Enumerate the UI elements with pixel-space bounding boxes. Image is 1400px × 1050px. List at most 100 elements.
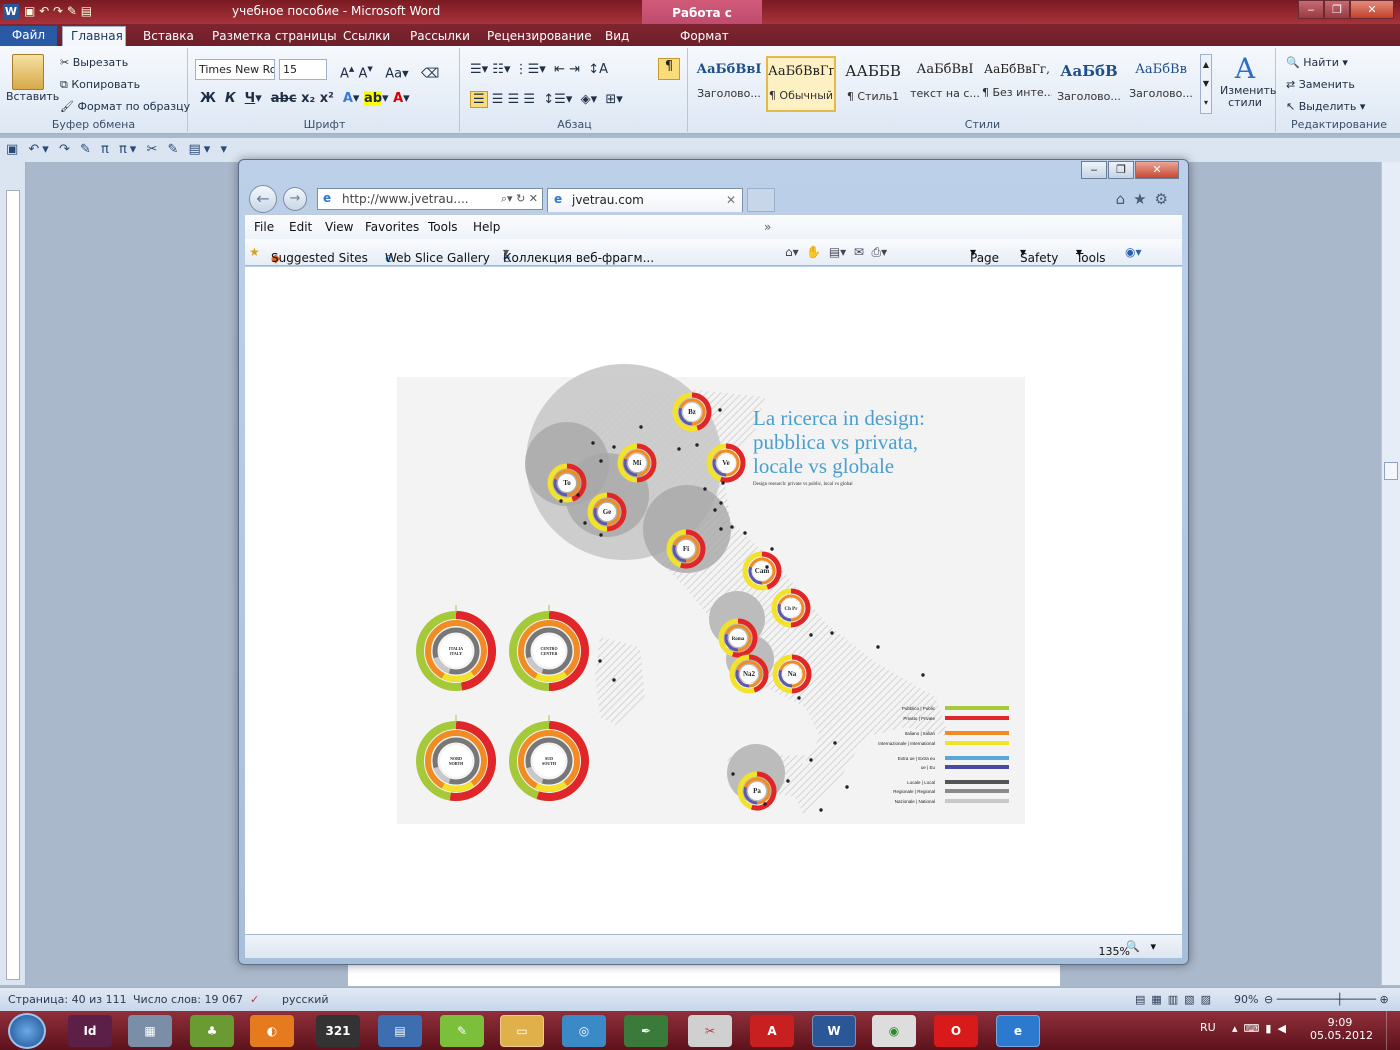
- vertical-scrollbar[interactable]: [1381, 162, 1400, 985]
- command-bar-icons[interactable]: ⌂▾ ✋ ▤▾ ✉ ⎙▾: [785, 245, 887, 260]
- style-heading[interactable]: АаБбВвІ Заголово...: [694, 56, 764, 112]
- align-buttons[interactable]: ☰ ☰ ☰ ☰ ↕☰▾ ◈▾ ⊞▾: [470, 91, 623, 108]
- tab-page-layout[interactable]: Разметка страницы: [204, 27, 345, 46]
- maximize-button[interactable]: ❐: [1324, 0, 1350, 19]
- list-buttons[interactable]: ☰▾ ☷▾ ⋮☰▾ ⇤ ⇥ ↕A: [470, 62, 616, 77]
- cut-button[interactable]: ✂ Вырезать: [60, 56, 128, 69]
- style-1[interactable]: ААББВ ¶ Стиль1: [838, 56, 908, 112]
- style-text[interactable]: АаБбВвІ текст на с...: [910, 56, 980, 112]
- format-painter-button[interactable]: 🖌 Формат по образцу: [60, 100, 190, 113]
- menu-edit[interactable]: Edit: [289, 220, 312, 234]
- home-icon[interactable]: ⌂: [1116, 190, 1134, 208]
- qat-icons[interactable]: ▣ ↶▾ ↷ ✎ π π▾ ✂ ✎ ▤▾ ▾: [6, 142, 230, 157]
- pilcrow-button[interactable]: ¶: [658, 58, 680, 80]
- tray-icons[interactable]: ▴⌨▮◀: [1232, 1022, 1292, 1035]
- favorites-star-icon[interactable]: ★: [249, 245, 260, 259]
- menu-help[interactable]: Help: [473, 220, 500, 234]
- ie-window[interactable]: ‒ ❐ ✕ ← → e http://www.jvetrau.... ⌕▾ ↻ …: [238, 159, 1189, 965]
- opera-icon[interactable]: O: [934, 1015, 978, 1047]
- show-desktop-button[interactable]: [1386, 1011, 1400, 1050]
- tab-close-icon[interactable]: ✕: [726, 193, 736, 207]
- menu-view[interactable]: View: [325, 220, 353, 234]
- chrome-icon[interactable]: ◉: [872, 1015, 916, 1047]
- tab-references[interactable]: Ссылки: [335, 27, 398, 46]
- change-styles-button[interactable]: A Изменить стили: [1220, 52, 1276, 109]
- ie-close-button[interactable]: ✕: [1135, 161, 1179, 179]
- page-menu[interactable]: Page ▾: [970, 245, 999, 265]
- back-button[interactable]: ←: [249, 185, 277, 213]
- fav-web-slice-collection[interactable]: e Коллекция веб-фрагм... ▾: [503, 245, 654, 265]
- style-no-spacing[interactable]: АаБбВвГг, ¶ Без инте...: [982, 56, 1052, 112]
- zoom-control[interactable]: 🔍 135% ▾: [1099, 940, 1156, 958]
- page-count[interactable]: Страница: 40 из 111: [8, 993, 127, 1006]
- tab-view[interactable]: Вид: [597, 27, 637, 46]
- app-green-icon[interactable]: ✎: [440, 1015, 484, 1047]
- view-buttons[interactable]: ▤▦▥▧▨: [1135, 993, 1217, 1006]
- ie-taskbar-icon[interactable]: e: [996, 1015, 1040, 1047]
- style-heading-2[interactable]: АаБбВ Заголово...: [1054, 56, 1124, 112]
- safari-icon[interactable]: ◎: [562, 1015, 606, 1047]
- document-page[interactable]: [348, 964, 1060, 986]
- style-normal[interactable]: АаБбВвГг, ¶ Обычный: [766, 56, 836, 112]
- start-button[interactable]: [8, 1013, 46, 1049]
- font-name-input[interactable]: Times New Ro: [195, 59, 275, 80]
- safety-menu[interactable]: Safety ▾: [1020, 245, 1058, 265]
- spellcheck-icon[interactable]: ✓: [250, 993, 259, 1006]
- menu-tools[interactable]: Tools: [428, 220, 458, 234]
- font-grow-shrink-icons[interactable]: A▴ A▾ Aa▾ ⌫: [340, 62, 439, 81]
- explorer-icon[interactable]: ▭: [500, 1015, 544, 1047]
- styles-scroll[interactable]: ▲ ▼ ▾: [1200, 54, 1212, 114]
- chevron-more-icon[interactable]: »: [764, 220, 771, 234]
- tools-menu[interactable]: Tools ▾: [1076, 245, 1106, 265]
- app-orange-icon[interactable]: ◐: [250, 1015, 294, 1047]
- word-app-icon[interactable]: W: [3, 4, 19, 20]
- snipping-icon[interactable]: ✂: [688, 1015, 732, 1047]
- help-icon[interactable]: ◉▾: [1125, 245, 1142, 259]
- quill-icon[interactable]: ✒: [624, 1015, 668, 1047]
- tab-review[interactable]: Рецензирование: [479, 27, 600, 46]
- city-marker-ge: Ge: [587, 492, 627, 532]
- tab-format[interactable]: Формат: [672, 27, 737, 46]
- font-size-input[interactable]: 15: [279, 59, 327, 80]
- forward-button[interactable]: →: [283, 187, 307, 211]
- find-button[interactable]: 🔍 Найти ▾: [1286, 56, 1348, 69]
- settings-gear-icon[interactable]: ⚙: [1155, 190, 1176, 208]
- ie-maximize-button[interactable]: ❐: [1108, 161, 1134, 179]
- media-player-icon[interactable]: 321: [316, 1015, 360, 1047]
- word-count[interactable]: Число слов: 19 067: [133, 993, 243, 1006]
- replace-button[interactable]: ⇄ Заменить: [1286, 78, 1355, 91]
- browser-tab[interactable]: e jvetrau.com ✕: [547, 188, 743, 212]
- minimize-button[interactable]: ‒: [1298, 0, 1324, 19]
- copy-button[interactable]: ⧉ Копировать: [60, 78, 140, 92]
- paste-button[interactable]: Вставить: [6, 90, 59, 103]
- select-button[interactable]: ↖ Выделить ▾: [1286, 100, 1365, 113]
- address-controls[interactable]: ⌕▾ ↻ ✕: [501, 192, 538, 206]
- menu-file[interactable]: File: [254, 220, 274, 234]
- menu-favorites[interactable]: Favorites: [365, 220, 419, 234]
- tab-home[interactable]: Главная: [62, 26, 126, 48]
- tab-insert[interactable]: Вставка: [135, 27, 202, 46]
- style-heading-3[interactable]: АаБбВв Заголово...: [1126, 56, 1196, 112]
- language[interactable]: русский: [282, 993, 329, 1006]
- word-taskbar-icon[interactable]: W: [812, 1015, 856, 1047]
- calculator-icon[interactable]: ▦: [128, 1015, 172, 1047]
- scroll-thumb[interactable]: [1384, 462, 1398, 480]
- favorites-star-icon[interactable]: ★: [1133, 190, 1154, 208]
- language-indicator[interactable]: RU: [1200, 1021, 1216, 1034]
- ie-toolbar-icons[interactable]: ⌂★⚙: [1116, 190, 1176, 208]
- address-bar[interactable]: e http://www.jvetrau.... ⌕▾ ↻ ✕: [317, 188, 543, 210]
- font-format-buttons[interactable]: Ж К Ч▾ abc x₂ x² A▾ ab▾ A▾: [200, 91, 410, 106]
- zoom-slider[interactable]: ⊖ ─────────┼───── ⊕: [1264, 993, 1389, 1006]
- tab-mailings[interactable]: Рассылки: [402, 27, 478, 46]
- close-button[interactable]: ✕: [1350, 0, 1394, 19]
- network-icon[interactable]: ▤: [378, 1015, 422, 1047]
- pdf-icon[interactable]: A: [750, 1015, 794, 1047]
- app-icon[interactable]: ♣: [190, 1015, 234, 1047]
- clock[interactable]: 9:09 05.05.2012: [1310, 1016, 1373, 1042]
- indesign-icon[interactable]: Id: [68, 1015, 112, 1047]
- tab-file[interactable]: Файл: [0, 26, 57, 46]
- zoom-percent[interactable]: 90%: [1234, 993, 1258, 1006]
- ie-minimize-button[interactable]: ‒: [1081, 161, 1107, 179]
- new-tab-button[interactable]: [747, 188, 775, 212]
- paste-icon[interactable]: [12, 54, 44, 90]
